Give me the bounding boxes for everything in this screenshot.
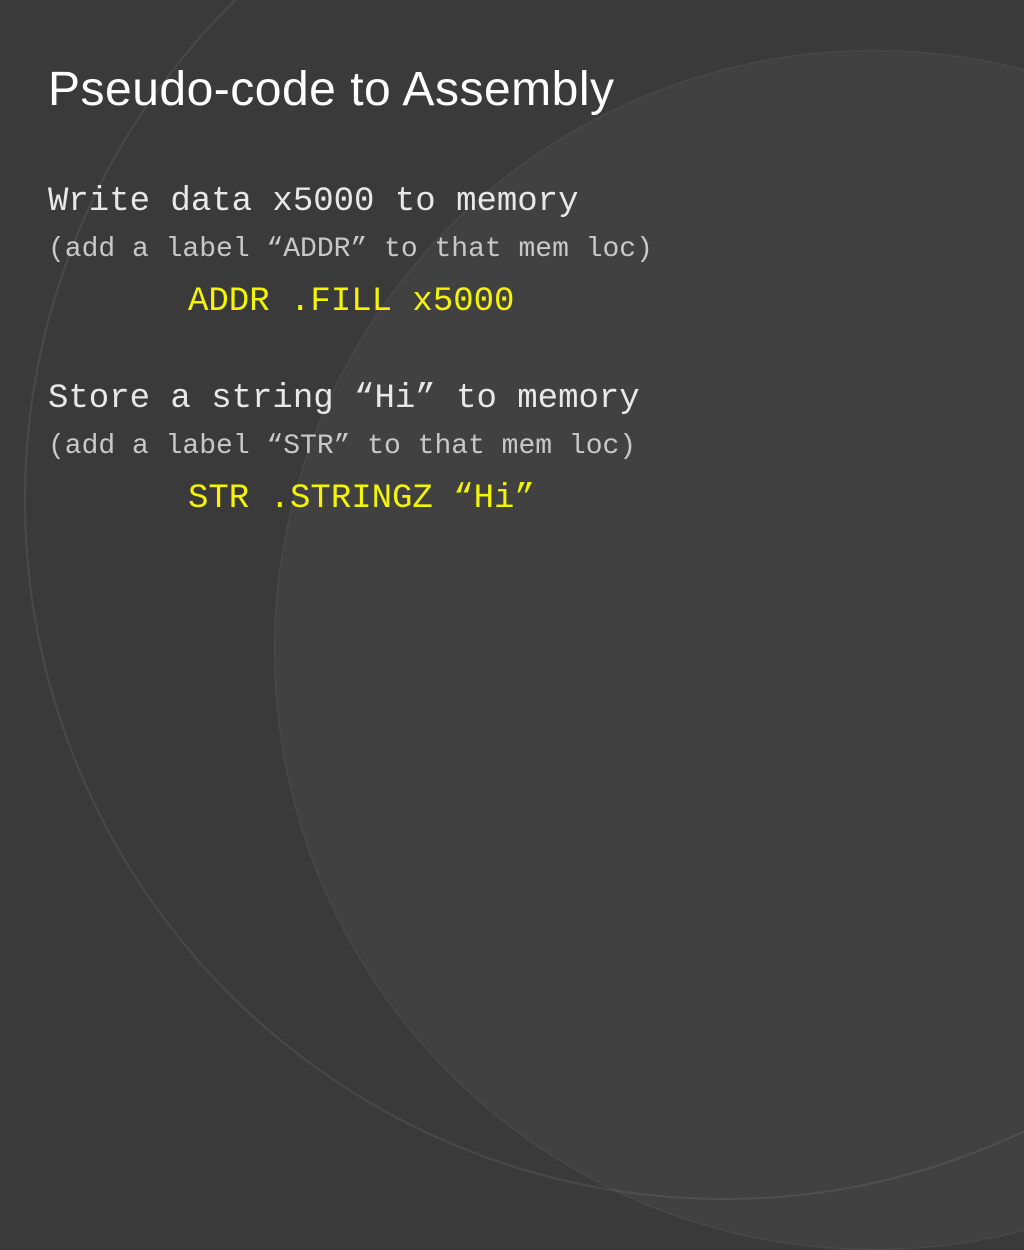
block-2: Store a string “Hi” to memory (add a lab… <box>48 377 976 524</box>
block2-note: (add a label “STR” to that mem loc) <box>48 427 976 466</box>
block-1: Write data x5000 to memory (add a label … <box>48 180 976 327</box>
block2-description: Store a string “Hi” to memory <box>48 377 976 423</box>
block1-code: ADDR .FILL x5000 <box>188 279 976 327</box>
slide-title: Pseudo-code to Assembly <box>48 62 614 117</box>
block1-note: (add a label “ADDR” to that mem loc) <box>48 230 976 269</box>
block2-code: STR .STRINGZ “Hi” <box>188 476 976 524</box>
slide-body: Write data x5000 to memory (add a label … <box>48 180 976 563</box>
block1-description: Write data x5000 to memory <box>48 180 976 226</box>
